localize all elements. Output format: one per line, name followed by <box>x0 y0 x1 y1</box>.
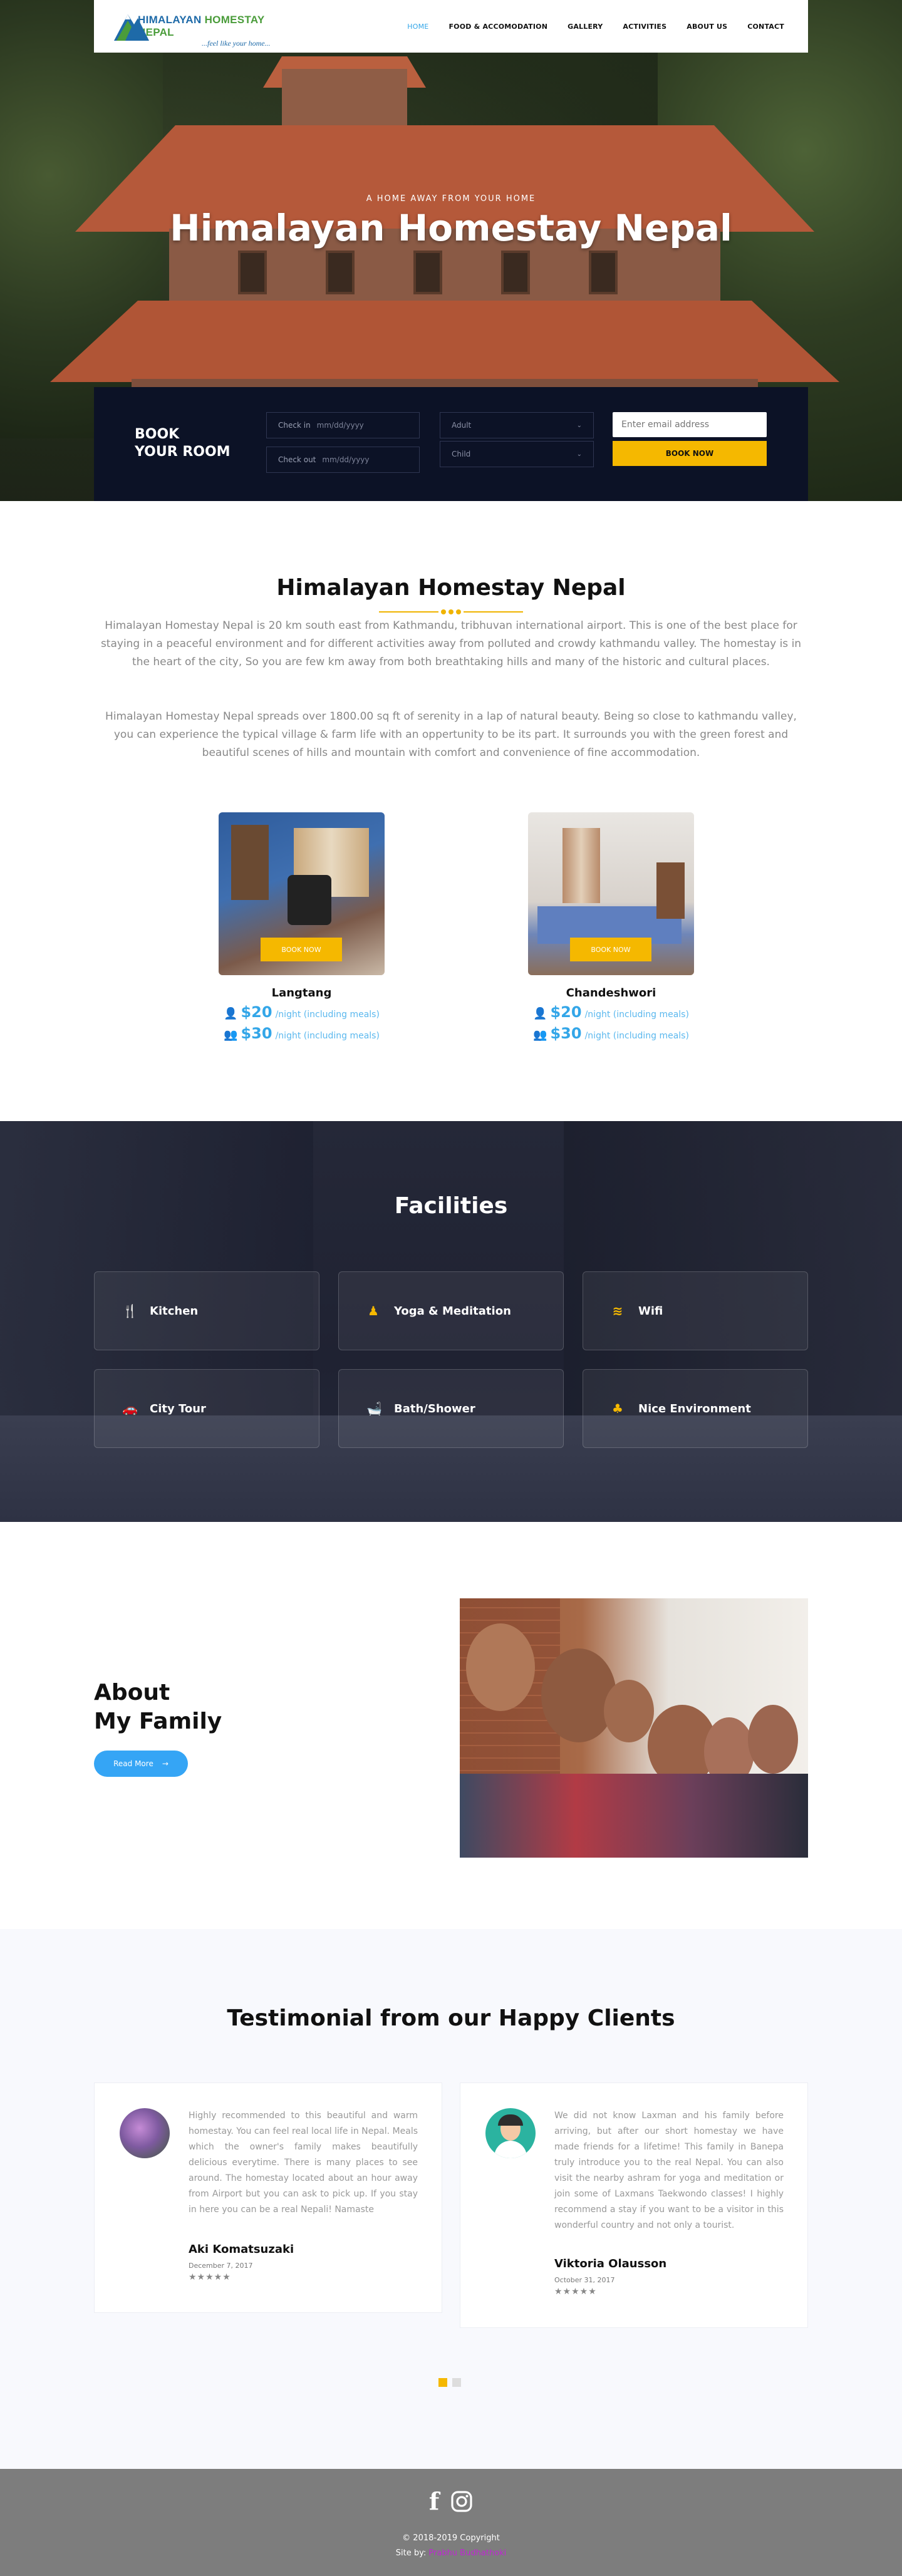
checkin-placeholder: mm/dd/yyyy <box>316 421 364 430</box>
room-book-now-button[interactable]: BOOK NOW <box>261 938 342 961</box>
bath-icon: 🛁 <box>366 1401 382 1416</box>
copyright-text: © 2018-2019 Copyright <box>402 2533 500 2543</box>
facilities-section: Facilities 🍴 Kitchen ♟ Yoga & Meditation… <box>0 1121 902 1522</box>
hero-subtitle: A HOME AWAY FROM YOUR HOME <box>366 194 536 204</box>
testimonials-section: Testimonial from our Happy Clients Highl… <box>0 1929 902 2469</box>
nav-home[interactable]: HOME <box>397 23 438 31</box>
logo-tagline: ...feel like your home... <box>202 38 271 48</box>
arrow-right-icon: → <box>162 1759 168 1768</box>
facilities-title: Facilities <box>394 1193 508 1219</box>
about-paragraph-2: Himalayan Homestay Nepal spreads over 18… <box>105 710 797 759</box>
top-navbar: HIMALAYAN HOMESTAY NEPAL ...feel like yo… <box>94 0 808 53</box>
avatar <box>120 2108 170 2158</box>
carousel-dot-1[interactable] <box>438 2378 447 2387</box>
chevron-down-icon: ⌄ <box>576 450 582 458</box>
room-card-langtang: BOOK NOW Langtang 👤 $20 /night (includin… <box>219 812 385 1042</box>
checkout-placeholder: mm/dd/yyyy <box>322 455 370 464</box>
users-icon: 👥 <box>533 1028 547 1042</box>
family-photo <box>460 1598 808 1858</box>
about-section: Himalayan Homestay Nepal Himalayan Homes… <box>0 501 902 1121</box>
mountain-logo-icon <box>114 14 149 41</box>
checkout-label: Check out <box>278 455 316 464</box>
carousel-dot-2[interactable] <box>452 2378 461 2387</box>
adult-select[interactable]: Adult ⌄ <box>440 412 594 438</box>
about-title: Himalayan Homestay Nepal <box>276 575 626 601</box>
booking-form: BOOK YOUR ROOM Check in mm/dd/yyyy Check… <box>94 387 808 501</box>
facility-environment: ♣ Nice Environment <box>583 1369 808 1448</box>
child-select[interactable]: Child ⌄ <box>440 441 594 467</box>
facility-bath: 🛁 Bath/Shower <box>338 1369 564 1448</box>
main-menu: HOME FOOD & ACCOMODATION GALLERY ACTIVIT… <box>397 23 794 31</box>
nav-contact[interactable]: CONTACT <box>737 23 794 31</box>
nav-activities[interactable]: ACTIVITIES <box>613 23 676 31</box>
testimonial-date: December 7, 2017 <box>189 2262 253 2270</box>
facility-city-tour: 🚗 City Tour <box>94 1369 319 1448</box>
booking-heading: BOOK YOUR ROOM <box>135 427 231 460</box>
room-name: Chandeshwori <box>566 986 656 1000</box>
testimonial-text: Highly recommended to this beautiful and… <box>189 2111 418 2215</box>
utensils-icon: 🍴 <box>122 1303 138 1318</box>
room-price-single: 👤 $20 /night (including meals) <box>533 1003 689 1021</box>
testimonial-author: Viktoria Olausson <box>554 2257 667 2270</box>
title-divider <box>379 609 523 614</box>
rating-stars: ★★★★★ <box>189 2272 231 2282</box>
family-title: About My Family <box>94 1680 222 1734</box>
facility-yoga: ♟ Yoga & Meditation <box>338 1271 564 1350</box>
rating-stars: ★★★★★ <box>554 2287 597 2297</box>
testimonials-title: Testimonial from our Happy Clients <box>227 2005 675 2031</box>
book-now-button[interactable]: BOOK NOW <box>613 441 767 466</box>
testimonial-author: Aki Komatsuzaki <box>189 2243 294 2256</box>
about-paragraph-1: Himalayan Homestay Nepal is 20 km south … <box>100 619 802 668</box>
family-section: About My Family Read More → <box>0 1522 902 1929</box>
car-icon: 🚗 <box>122 1401 138 1416</box>
room-book-now-button[interactable]: BOOK NOW <box>570 938 651 961</box>
author-link[interactable]: Prabhu Budhathoki <box>428 2548 506 2558</box>
testimonial-card: Highly recommended to this beautiful and… <box>94 2082 442 2313</box>
testimonial-card: We did not know Laxman and his family be… <box>460 2082 808 2328</box>
facility-wifi: ≋ Wifi <box>583 1271 808 1350</box>
site-credit: Site by: Prabhu Budhathoki <box>395 2548 507 2558</box>
room-price-single: 👤 $20 /night (including meals) <box>224 1003 380 1021</box>
nav-about-us[interactable]: ABOUT US <box>676 23 737 31</box>
user-icon: 👤 <box>533 1007 547 1020</box>
chevron-down-icon: ⌄ <box>576 422 582 429</box>
read-more-button[interactable]: Read More → <box>94 1751 188 1777</box>
tree-icon: ♣ <box>612 1401 623 1416</box>
carousel-dots <box>438 2378 461 2387</box>
users-icon: 👥 <box>224 1028 238 1042</box>
nav-food-accomodation[interactable]: FOOD & ACCOMODATION <box>438 23 557 31</box>
room-image: BOOK NOW <box>528 812 694 975</box>
site-logo[interactable]: HIMALAYAN HOMESTAY NEPAL ...feel like yo… <box>108 4 296 48</box>
checkout-field[interactable]: Check out mm/dd/yyyy <box>266 447 420 473</box>
room-image: BOOK NOW <box>219 812 385 975</box>
testimonial-text: We did not know Laxman and his family be… <box>554 2111 784 2230</box>
logo-name: HIMALAYAN HOMESTAY NEPAL <box>138 13 265 38</box>
person-icon: ♟ <box>368 1303 379 1318</box>
testimonial-date: October 31, 2017 <box>554 2276 615 2284</box>
avatar <box>485 2108 536 2158</box>
checkin-field[interactable]: Check in mm/dd/yyyy <box>266 412 420 438</box>
room-name: Langtang <box>271 986 332 1000</box>
checkin-label: Check in <box>278 421 311 430</box>
footer: f © 2018-2019 Copyright Site by: Prabhu … <box>0 2469 902 2576</box>
wifi-icon: ≋ <box>612 1303 623 1318</box>
user-icon: 👤 <box>224 1007 238 1020</box>
nav-gallery[interactable]: GALLERY <box>557 23 613 31</box>
instagram-icon[interactable] <box>450 2490 473 2513</box>
social-links: f <box>0 2489 902 2514</box>
facebook-icon[interactable]: f <box>429 2489 439 2514</box>
email-input[interactable]: Enter email address <box>613 412 767 437</box>
room-price-double: 👥 $30 /night (including meals) <box>224 1025 380 1042</box>
room-card-chandeshwori: BOOK NOW Chandeshwori 👤 $20 /night (incl… <box>528 812 694 1042</box>
hero-title: Himalayan Homestay Nepal <box>170 207 732 249</box>
room-price-double: 👥 $30 /night (including meals) <box>533 1025 689 1042</box>
facility-kitchen: 🍴 Kitchen <box>94 1271 319 1350</box>
